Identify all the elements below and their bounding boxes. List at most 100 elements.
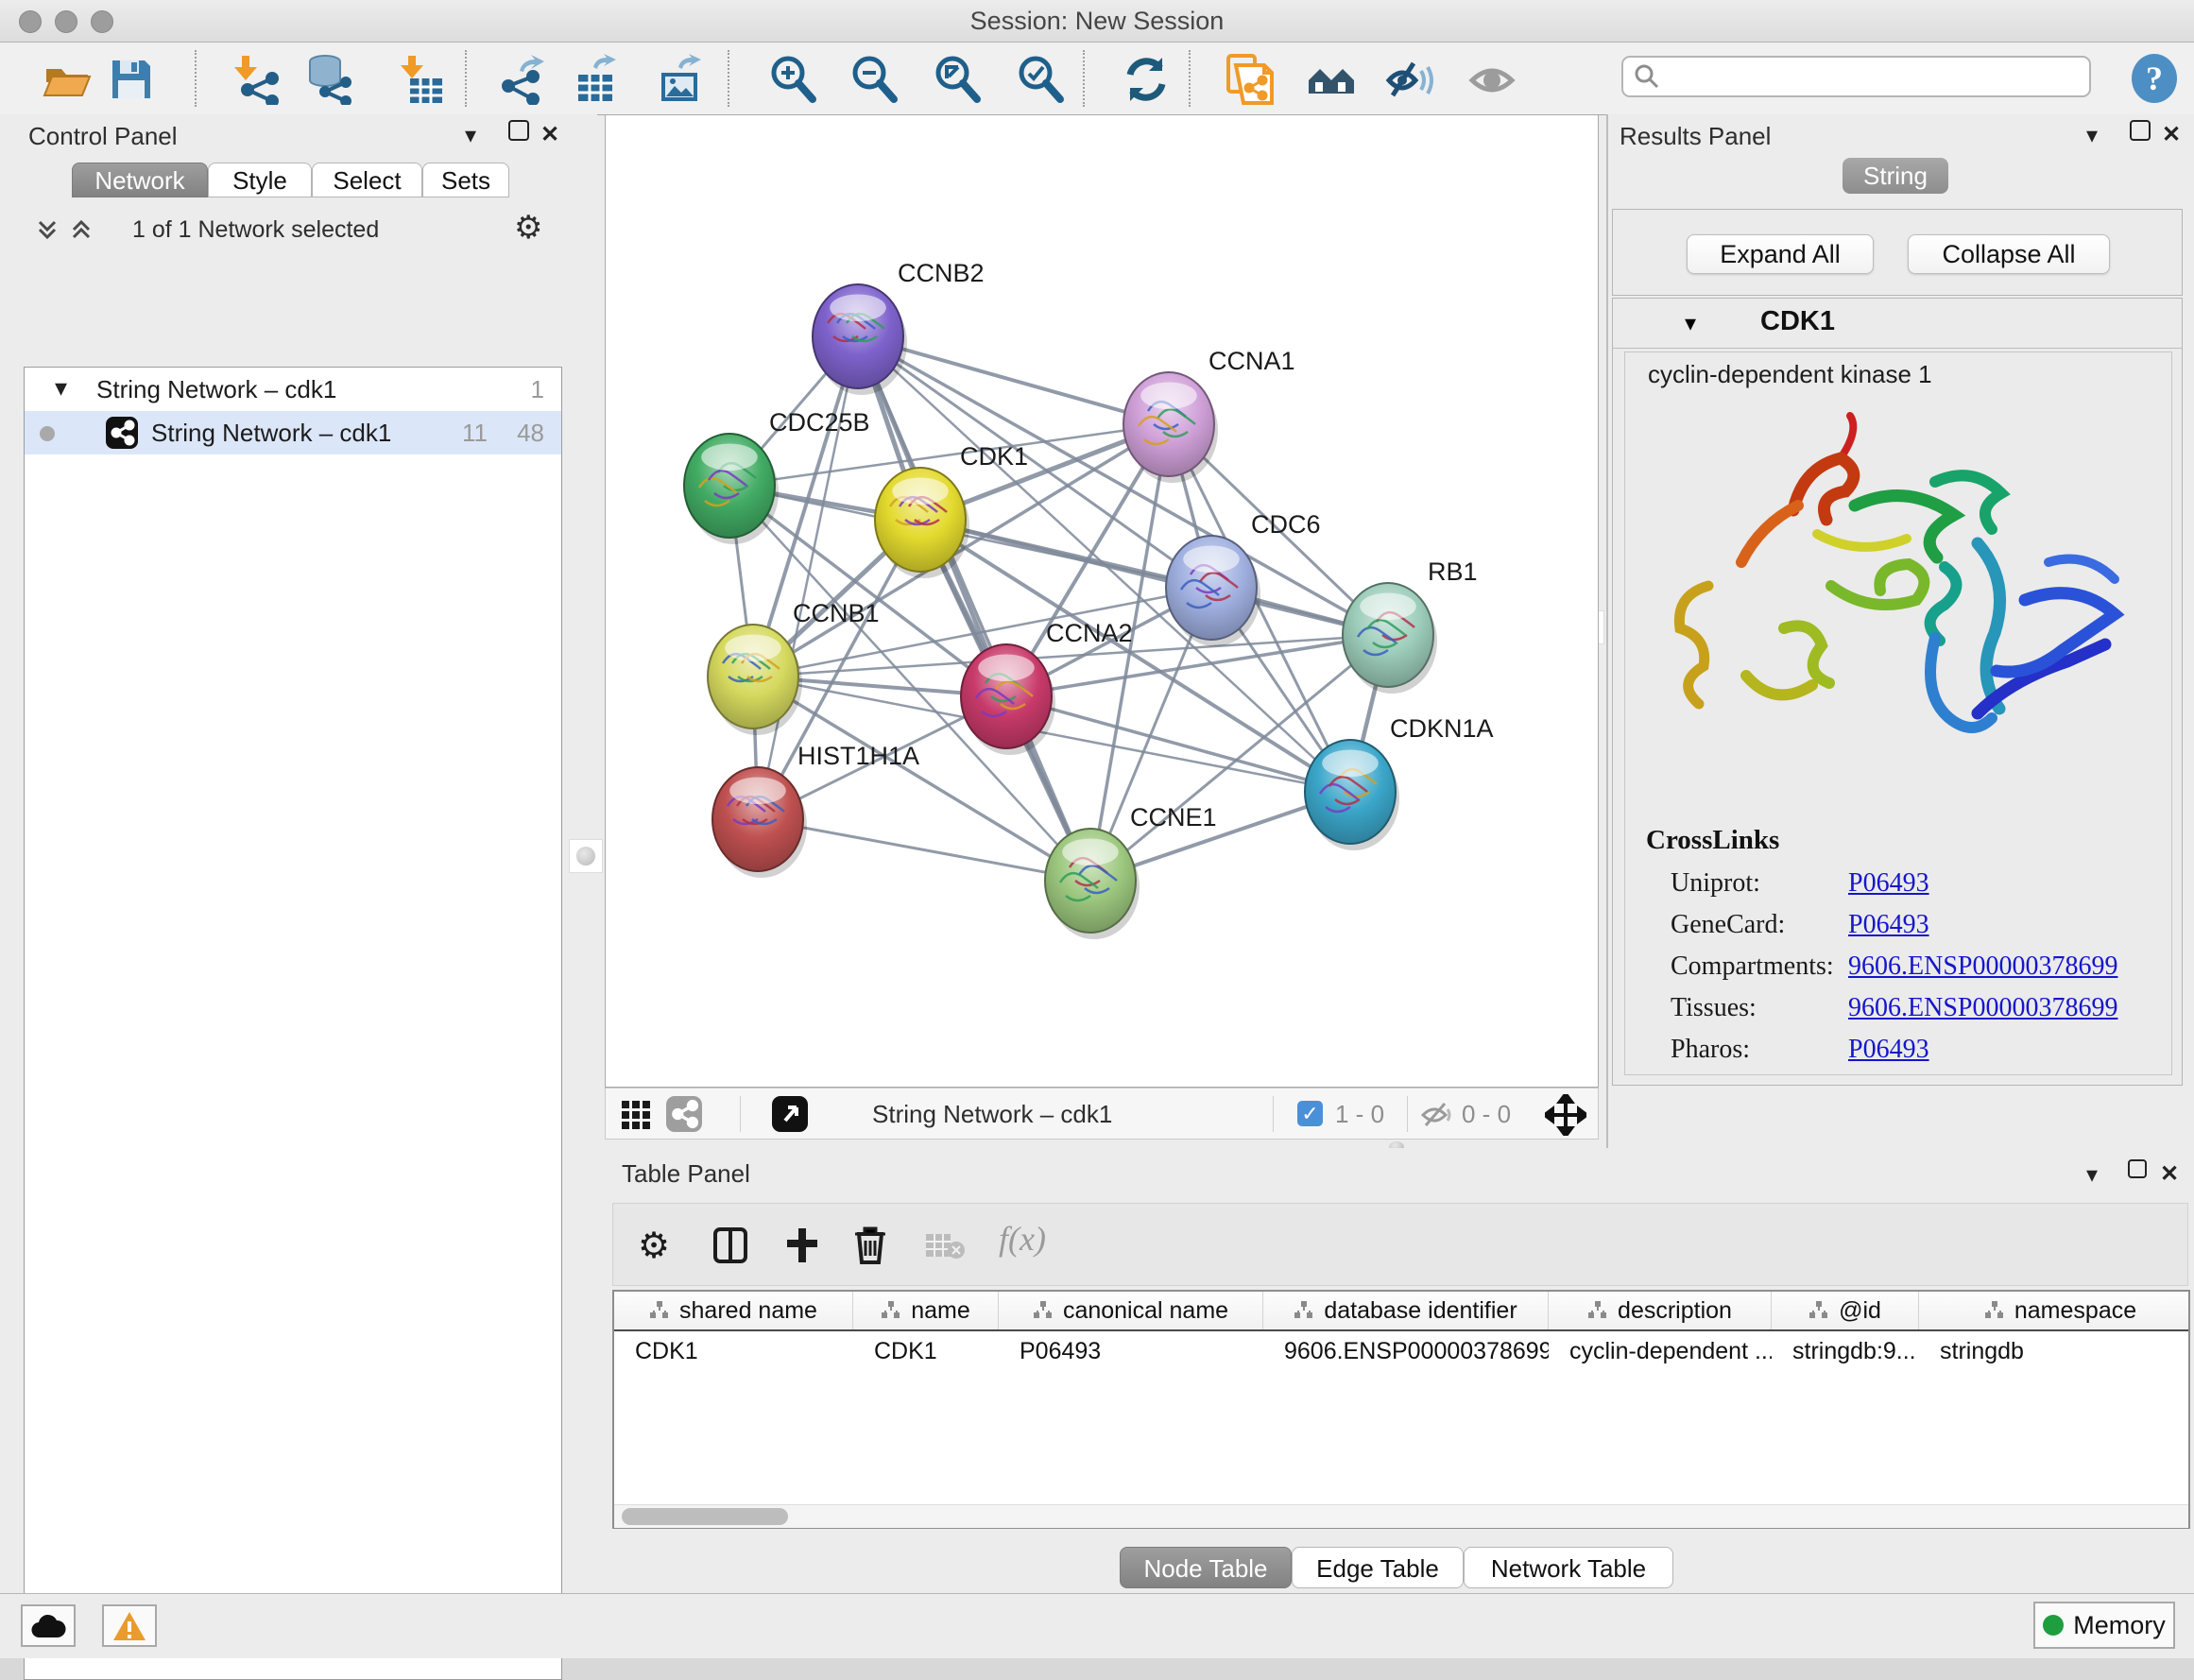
expand-all-tree-icon[interactable] bbox=[68, 214, 94, 245]
crosslink-link[interactable]: 9606.ENSP00000378699 bbox=[1848, 993, 2117, 1023]
hide-selected-button[interactable] bbox=[1385, 54, 1436, 105]
column-header-canonical-name[interactable]: canonical name bbox=[999, 1292, 1263, 1329]
table-row[interactable]: CDK1CDK1P064939606.ENSP00000378699cyclin… bbox=[614, 1331, 2188, 1371]
export-table-button[interactable] bbox=[571, 54, 622, 105]
column-header--id[interactable]: @id bbox=[1772, 1292, 1919, 1329]
zoom-out-button[interactable] bbox=[848, 54, 900, 105]
tab-network-table[interactable]: Network Table bbox=[1464, 1547, 1673, 1588]
gene-section: ▾ CDK1 cyclin-dependent kinase 1 bbox=[1612, 298, 2183, 1086]
network-node-cdc6[interactable]: CDC6 bbox=[1166, 510, 1321, 646]
help-button[interactable]: ? bbox=[2128, 52, 2179, 103]
zoom-in-button[interactable] bbox=[767, 54, 818, 105]
delete-column-icon[interactable] bbox=[851, 1225, 889, 1264]
table-cell[interactable]: stringdb bbox=[1919, 1331, 2190, 1371]
memory-status-dot-icon bbox=[2043, 1615, 2064, 1636]
close-panel-icon[interactable]: ✕ bbox=[2162, 121, 2181, 148]
import-network-database-button[interactable] bbox=[302, 54, 353, 105]
column-header-name[interactable]: name bbox=[853, 1292, 999, 1329]
toolbar-separator bbox=[195, 50, 197, 107]
export-network-button[interactable] bbox=[495, 54, 546, 105]
tab-sets[interactable]: Sets bbox=[422, 163, 509, 197]
tab-style[interactable]: Style bbox=[208, 163, 312, 197]
network-status-dot-icon bbox=[40, 426, 55, 441]
open-session-button[interactable] bbox=[42, 54, 93, 105]
refresh-button[interactable] bbox=[1121, 54, 1172, 105]
zoom-selected-button[interactable] bbox=[1015, 54, 1066, 105]
table-cell[interactable]: P06493 bbox=[999, 1331, 1263, 1371]
collapse-all-button[interactable]: Collapse All bbox=[1908, 234, 2110, 274]
network-node-ccne1[interactable]: CCNE1 bbox=[1045, 803, 1217, 939]
first-neighbors-button[interactable] bbox=[1306, 54, 1357, 105]
network-selection-status: 1 of 1 Network selected bbox=[132, 216, 379, 244]
selected-checkbox-icon[interactable]: ✓ bbox=[1297, 1101, 1323, 1126]
column-header-namespace[interactable]: namespace bbox=[1919, 1292, 2190, 1329]
float-panel-icon[interactable] bbox=[2130, 120, 2151, 141]
collapse-panel-icon[interactable]: ▾ bbox=[465, 122, 476, 149]
float-panel-icon[interactable] bbox=[508, 120, 529, 141]
delete-table-icon[interactable] bbox=[925, 1232, 967, 1260]
export-image-button[interactable] bbox=[654, 54, 705, 105]
table-horizontal-scrollbar[interactable] bbox=[614, 1504, 2188, 1528]
expand-all-button[interactable]: Expand All bbox=[1687, 234, 1874, 274]
import-table-button[interactable] bbox=[395, 54, 446, 105]
cloud-status-button[interactable] bbox=[21, 1604, 76, 1647]
table-settings-gear-icon[interactable]: ⚙ bbox=[638, 1225, 670, 1267]
table-cell[interactable]: CDK1 bbox=[614, 1331, 853, 1371]
table-cell[interactable]: cyclin-dependent ... bbox=[1549, 1331, 1772, 1371]
table-cell[interactable]: CDK1 bbox=[853, 1331, 999, 1371]
network-node-cdkn1a[interactable]: CDKN1A bbox=[1305, 714, 1494, 850]
network-row[interactable]: String Network – cdk1 11 48 bbox=[25, 411, 561, 454]
show-all-button[interactable] bbox=[1466, 54, 1517, 105]
memory-label: Memory bbox=[2073, 1611, 2166, 1640]
scrollbar-thumb[interactable] bbox=[622, 1508, 788, 1525]
network-row-label: String Network – cdk1 bbox=[151, 411, 391, 454]
collapse-panel-icon[interactable]: ▾ bbox=[2086, 1161, 2098, 1189]
crosslink-link[interactable]: P06493 bbox=[1848, 910, 1929, 940]
table-cell[interactable]: 9606.ENSP00000378699 bbox=[1263, 1331, 1549, 1371]
save-session-button[interactable] bbox=[106, 54, 157, 105]
vertical-splitter-handle[interactable] bbox=[569, 839, 603, 873]
warnings-button[interactable] bbox=[102, 1604, 157, 1647]
crosslink-link[interactable]: P06493 bbox=[1848, 868, 1929, 899]
tab-select[interactable]: Select bbox=[312, 163, 422, 197]
fit-content-button[interactable] bbox=[932, 54, 983, 105]
network-options-gear-icon[interactable]: ⚙ bbox=[514, 209, 542, 247]
grid-view-icon[interactable] bbox=[621, 1100, 651, 1130]
hidden-eye-icon[interactable] bbox=[1420, 1100, 1452, 1130]
close-panel-icon[interactable]: ✕ bbox=[2160, 1160, 2179, 1188]
crosslink-link[interactable]: P06493 bbox=[1848, 1035, 1929, 1065]
search-input[interactable] bbox=[1621, 56, 2091, 97]
tab-network[interactable]: Network bbox=[72, 163, 208, 197]
network-canvas[interactable]: CCNB2CCNA1CDC25BCDK1CDC6RB1CCNB1CCNA2CDK… bbox=[605, 114, 1599, 1088]
network-tree: ▾ String Network – cdk1 1 String Network… bbox=[24, 367, 562, 1680]
network-node-rb1[interactable]: RB1 bbox=[1343, 557, 1478, 694]
share-view-icon[interactable] bbox=[666, 1096, 702, 1132]
node-table: shared namenamecanonical namedatabase id… bbox=[612, 1290, 2190, 1529]
network-collection-row[interactable]: ▾ String Network – cdk1 1 bbox=[25, 368, 561, 411]
network-node-hist1h1a[interactable]: HIST1H1A bbox=[712, 742, 919, 878]
column-header-description[interactable]: description bbox=[1549, 1292, 1772, 1329]
memory-button[interactable]: Memory bbox=[2033, 1602, 2175, 1649]
network-node-ccnb1[interactable]: CCNB1 bbox=[708, 599, 880, 735]
collapse-panel-icon[interactable]: ▾ bbox=[2086, 122, 2098, 149]
title-bar: Session: New Session bbox=[0, 0, 2194, 43]
import-network-file-button[interactable] bbox=[231, 54, 282, 105]
column-header-database-identifier[interactable]: database identifier bbox=[1263, 1292, 1549, 1329]
tab-edge-table[interactable]: Edge Table bbox=[1292, 1547, 1464, 1588]
close-panel-icon[interactable]: ✕ bbox=[540, 121, 559, 148]
crosslink-link[interactable]: 9606.ENSP00000378699 bbox=[1848, 951, 2117, 982]
show-columns-icon[interactable] bbox=[711, 1226, 749, 1264]
tab-node-table[interactable]: Node Table bbox=[1120, 1547, 1292, 1588]
function-builder-icon[interactable]: f(x) bbox=[999, 1219, 1046, 1259]
birds-eye-view-icon[interactable] bbox=[1545, 1094, 1586, 1136]
tab-string[interactable]: String bbox=[1843, 158, 1948, 194]
table-cell[interactable]: stringdb:9... bbox=[1772, 1331, 1919, 1371]
create-column-icon[interactable] bbox=[783, 1226, 821, 1264]
float-panel-icon[interactable] bbox=[2128, 1159, 2147, 1178]
collapse-all-tree-icon[interactable] bbox=[34, 214, 60, 245]
gene-section-header[interactable]: ▾ CDK1 bbox=[1613, 299, 2182, 349]
open-in-window-icon[interactable] bbox=[772, 1096, 808, 1132]
column-header-shared-name[interactable]: shared name bbox=[614, 1292, 853, 1329]
network-from-selection-button[interactable] bbox=[1223, 54, 1274, 105]
collapse-entry-icon[interactable]: ▾ bbox=[1685, 310, 1696, 337]
